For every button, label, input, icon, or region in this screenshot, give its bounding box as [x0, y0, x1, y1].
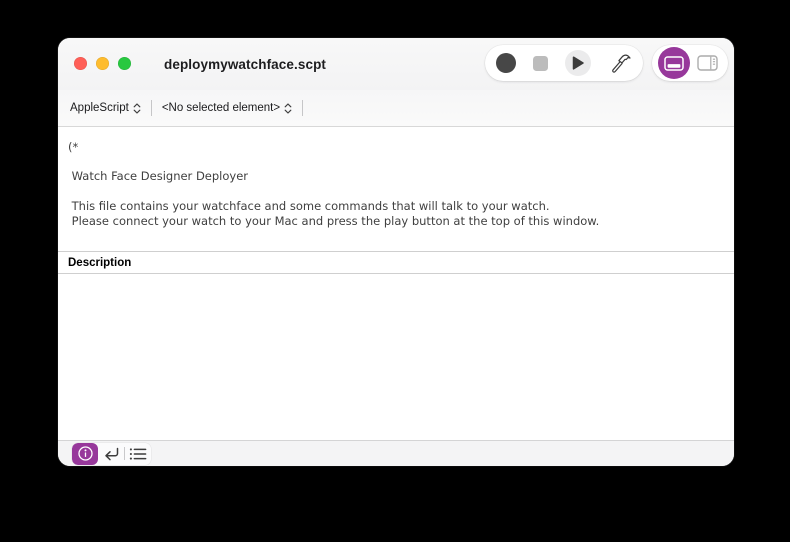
stop-button[interactable] [533, 56, 548, 71]
language-popup[interactable]: AppleScript [68, 100, 143, 116]
description-info-icon [77, 445, 94, 462]
script-editor-area[interactable]: (* Watch Face Designer Deployer This fil… [58, 127, 734, 251]
description-header: Description [58, 251, 734, 274]
chevron-up-down-icon [133, 103, 141, 114]
element-popup[interactable]: <No selected element> [160, 100, 294, 116]
record-icon [496, 53, 516, 73]
element-popup-label: <No selected element> [162, 102, 280, 114]
script-code[interactable]: (* Watch Face Designer Deployer This fil… [58, 127, 734, 228]
log-tab-button[interactable] [125, 443, 151, 465]
script-editor-window: deploymywatchface.scpt [58, 38, 734, 466]
navigation-bar: AppleScript <No selected element> [58, 90, 734, 127]
result-return-icon [102, 446, 121, 461]
close-button[interactable] [74, 57, 87, 70]
compile-button[interactable] [608, 51, 632, 75]
desktop-background: { "window": { "title": "deploymywatchfac… [0, 0, 790, 542]
compile-hammer-icon [608, 51, 632, 75]
description-tab-button[interactable] [72, 443, 98, 465]
chevron-up-down-icon [284, 103, 292, 114]
show-sidebar-button[interactable] [692, 48, 722, 78]
show-sidebar-icon [697, 55, 718, 71]
run-button[interactable] [565, 50, 591, 76]
record-button[interactable] [496, 53, 516, 73]
traffic-lights [74, 57, 131, 70]
view-controls-group [652, 45, 728, 81]
navbar-divider [302, 100, 303, 116]
stop-icon [533, 56, 548, 71]
titlebar: deploymywatchface.scpt [58, 38, 734, 90]
window-title: deploymywatchface.scpt [164, 38, 326, 90]
run-controls-group [485, 45, 643, 81]
description-panel[interactable] [58, 275, 734, 440]
log-list-icon [129, 447, 147, 461]
accessory-bar [58, 440, 734, 466]
result-tab-button[interactable] [98, 443, 124, 465]
zoom-button[interactable] [118, 57, 131, 70]
accessory-view-switcher [72, 443, 151, 465]
show-bottom-panel-button[interactable] [658, 47, 690, 79]
play-icon [565, 50, 591, 76]
description-header-label: Description [68, 257, 131, 269]
language-popup-label: AppleScript [70, 102, 129, 114]
minimize-button[interactable] [96, 57, 109, 70]
show-bottom-panel-icon [658, 47, 690, 79]
navbar-divider [151, 100, 152, 116]
